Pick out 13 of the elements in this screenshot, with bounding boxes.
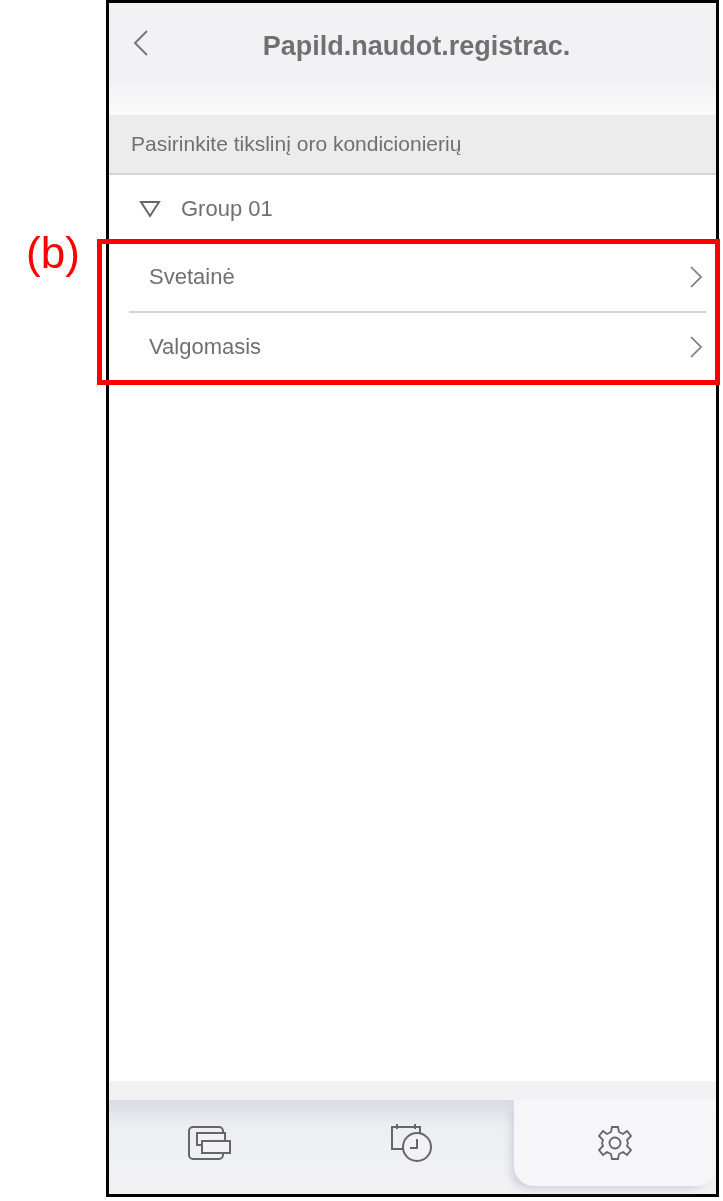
- settings-icon: [596, 1125, 633, 1161]
- list-item[interactable]: Valgomasis: [129, 311, 706, 381]
- stacked-windows-icon: [187, 1125, 234, 1161]
- section-header: Pasirinkite tikslinį oro kondicionierių: [109, 115, 716, 175]
- chevron-right-icon: [690, 336, 702, 358]
- figure-label: (b): [26, 228, 80, 277]
- triangle-icon: [139, 200, 161, 218]
- group-header[interactable]: Group 01: [109, 175, 716, 243]
- screen-title: Papild.naudot.registrac.: [261, 31, 572, 62]
- list-item[interactable]: Svetainė: [129, 243, 706, 311]
- chevron-right-icon: [690, 266, 702, 288]
- calendar-clock-icon: [390, 1123, 435, 1163]
- back-icon[interactable]: [133, 29, 149, 57]
